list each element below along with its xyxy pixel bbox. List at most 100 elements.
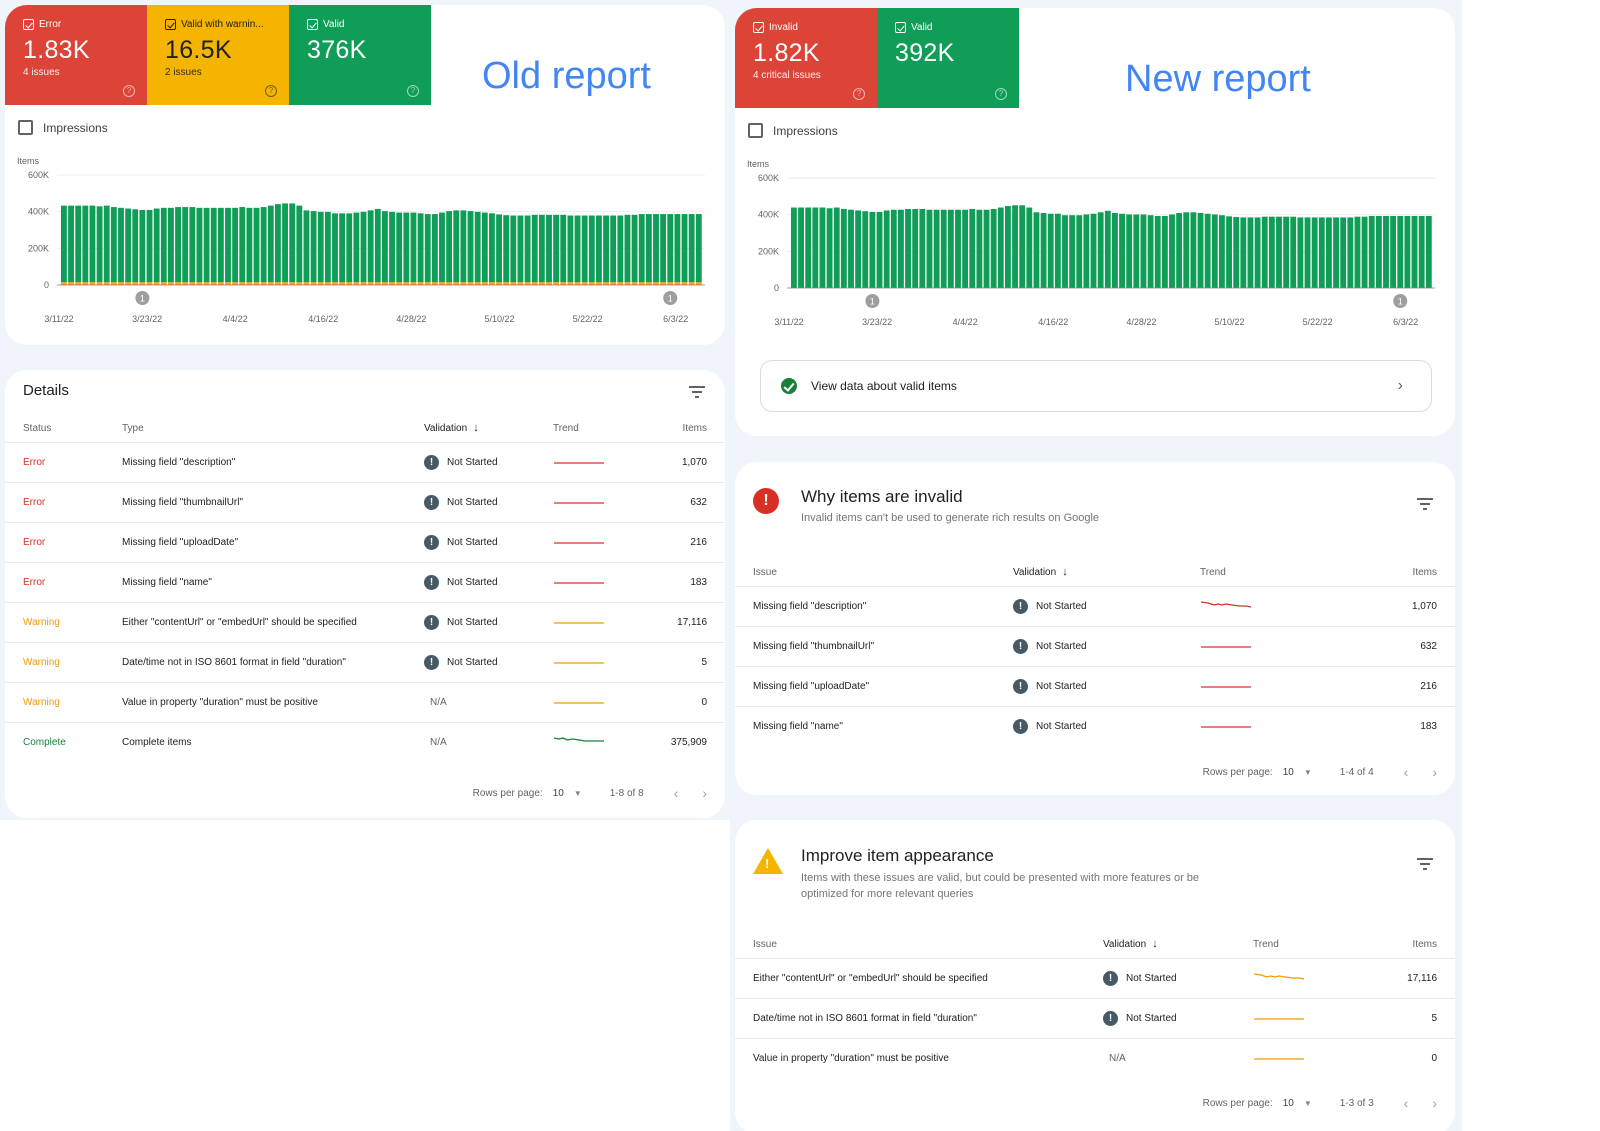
bar-invalid: [798, 287, 804, 288]
bar-error: [196, 284, 203, 285]
col-items[interactable]: Items: [683, 423, 707, 434]
tile-value: 16.5K: [165, 36, 232, 64]
bar-error: [403, 284, 410, 285]
dropdown-caret-icon[interactable]: ▼: [1304, 1099, 1312, 1108]
prev-page-icon[interactable]: ‹: [1404, 1095, 1409, 1111]
trend-line: [553, 737, 604, 742]
bar-error: [645, 284, 652, 285]
table-row[interactable]: Warning Date/time not in ISO 8601 format …: [5, 642, 725, 682]
bar-invalid: [1226, 287, 1232, 288]
invalid-subtitle: Invalid items can't be used to generate …: [801, 512, 1100, 524]
bar-invalid: [1311, 287, 1318, 288]
col-validation[interactable]: Validation ↓: [1103, 938, 1158, 950]
table-row[interactable]: Date/time not in ISO 8601 format in fiel…: [735, 998, 1455, 1038]
prev-page-icon[interactable]: ‹: [1404, 764, 1409, 780]
table-row[interactable]: Error Missing field "uploadDate"! Not Star…: [5, 522, 725, 562]
impressions-toggle[interactable]: Impressions: [18, 120, 108, 135]
bar-invalid: [1062, 287, 1068, 288]
bar-invalid: [1375, 287, 1382, 288]
status-label: Error: [23, 577, 46, 588]
rows-per-page-select[interactable]: 10: [1283, 767, 1294, 778]
bar-invalid: [1183, 287, 1190, 288]
bar-valid: [1097, 212, 1104, 288]
next-page-icon[interactable]: ›: [1432, 1095, 1437, 1111]
table-row[interactable]: Error Missing field "thumbnailUrl"! Not St…: [5, 482, 725, 522]
bar-valid: [424, 214, 431, 283]
table-row[interactable]: Warning Value in property "duration" must…: [5, 682, 725, 722]
help-icon[interactable]: ?: [853, 88, 865, 100]
trend-sparkline: [554, 462, 604, 464]
items-count: 632: [690, 497, 707, 508]
exclamation-circle-icon: !: [424, 455, 439, 470]
help-icon[interactable]: ?: [407, 85, 419, 97]
bar-valid-with-warnings: [210, 282, 217, 285]
bar-valid: [1040, 213, 1047, 288]
table-row[interactable]: Complete Complete items N/A 375,909: [5, 722, 725, 762]
prev-page-icon[interactable]: ‹: [674, 785, 679, 801]
items-count: 183: [1420, 721, 1437, 732]
table-row[interactable]: Value in property "duration" must be pos…: [735, 1038, 1455, 1078]
bar-valid: [182, 207, 189, 283]
filter-icon[interactable]: [689, 386, 705, 398]
dropdown-caret-icon[interactable]: ▼: [1304, 768, 1312, 777]
table-row[interactable]: Missing field "name"! Not Started 183: [735, 706, 1455, 746]
rows-per-page-select[interactable]: 10: [553, 788, 564, 799]
table-row[interactable]: Error Missing field "description"! Not Sta…: [5, 442, 725, 482]
next-page-icon[interactable]: ›: [702, 785, 707, 801]
bar-error: [596, 284, 602, 285]
help-icon[interactable]: ?: [123, 85, 135, 97]
help-icon[interactable]: ?: [995, 88, 1007, 100]
impressions-toggle[interactable]: Impressions: [748, 123, 838, 138]
bar-valid: [933, 209, 940, 288]
table-row[interactable]: Warning Either "contentUrl" or "embedUrl"…: [5, 602, 725, 642]
bar-valid-with-warnings: [267, 282, 274, 285]
col-items[interactable]: Items: [1413, 939, 1437, 950]
col-validation[interactable]: Validation ↓: [1013, 566, 1068, 578]
bar-valid: [1019, 205, 1026, 288]
table-row[interactable]: Missing field "thumbnailUrl"! Not Started…: [735, 626, 1455, 666]
tile-valid[interactable]: Valid 392K ?: [877, 8, 1019, 108]
tile-valid[interactable]: Valid 376K ?: [289, 5, 431, 105]
tile-warning[interactable]: Valid with warnin... 16.5K 2 issues ?: [147, 5, 289, 105]
filter-icon[interactable]: [1417, 858, 1433, 870]
bar-invalid: [1268, 287, 1275, 288]
col-issue[interactable]: Issue: [753, 567, 777, 578]
tile-invalid[interactable]: Invalid 1.82K 4 critical issues ?: [735, 8, 877, 108]
checkbox-unchecked-icon[interactable]: [18, 120, 33, 135]
type-label: Either "contentUrl" or "embedUrl" should…: [122, 617, 357, 628]
checkbox-checked-icon[interactable]: [895, 22, 906, 33]
bar-error: [560, 284, 567, 285]
bar-error: [189, 284, 196, 285]
rows-per-page-select[interactable]: 10: [1283, 1098, 1294, 1109]
checkbox-checked-icon[interactable]: [23, 19, 34, 30]
table-row[interactable]: Missing field "description"! Not Started 1…: [735, 586, 1455, 626]
tile-error[interactable]: Error 1.83K 4 issues ?: [5, 5, 147, 105]
col-issue[interactable]: Issue: [753, 939, 777, 950]
bar-error: [353, 284, 360, 285]
col-type[interactable]: Type: [122, 423, 144, 434]
bar-error: [89, 284, 96, 285]
bar-valid-with-warnings: [453, 282, 460, 285]
next-page-icon[interactable]: ›: [1432, 764, 1437, 780]
checkbox-checked-icon[interactable]: [307, 19, 318, 30]
checkbox-checked-icon[interactable]: [165, 19, 176, 30]
dropdown-caret-icon[interactable]: ▼: [574, 789, 582, 798]
table-row[interactable]: Either "contentUrl" or "embedUrl" should…: [735, 958, 1455, 998]
error-icon: !: [753, 488, 779, 514]
col-status[interactable]: Status: [23, 423, 51, 434]
checkbox-unchecked-icon[interactable]: [748, 123, 763, 138]
bar-invalid: [791, 287, 797, 288]
filter-icon[interactable]: [1417, 498, 1433, 510]
col-items[interactable]: Items: [1413, 567, 1437, 578]
bar-invalid: [990, 287, 997, 288]
col-validation[interactable]: Validation ↓: [424, 422, 479, 434]
tile-label: Error: [39, 19, 62, 30]
table-row[interactable]: Error Missing field "name"! Not Started 183: [5, 562, 725, 602]
help-icon[interactable]: ?: [265, 85, 277, 97]
table-row[interactable]: Missing field "uploadDate"! Not Started 21…: [735, 666, 1455, 706]
bar-invalid: [926, 287, 933, 288]
bar-error: [210, 284, 217, 285]
bar-valid-with-warnings: [403, 282, 410, 285]
checkbox-checked-icon[interactable]: [753, 22, 764, 33]
view-valid-items-link[interactable]: View data about valid items ›: [760, 360, 1432, 412]
